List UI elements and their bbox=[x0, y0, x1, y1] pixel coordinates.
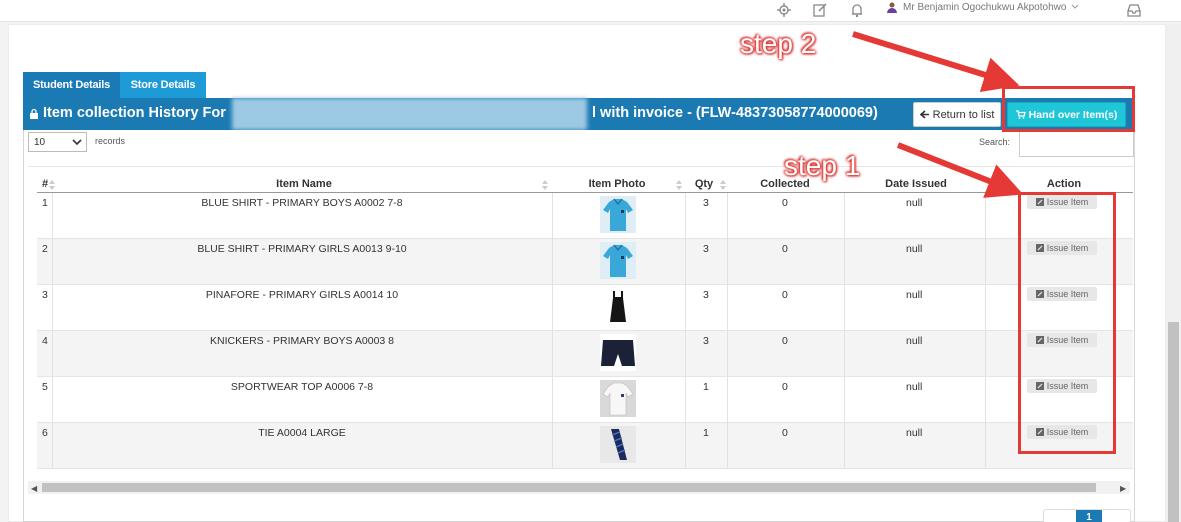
table-row: 4 KNICKERS - PRIMARY BOYS A0003 8 3 0 nu… bbox=[37, 331, 1133, 377]
tab-store-details[interactable]: Store Details bbox=[120, 72, 206, 98]
item-qty: 3 bbox=[703, 289, 709, 301]
item-date-issued: null bbox=[906, 197, 923, 209]
page-button-current[interactable]: 1 bbox=[1076, 510, 1102, 522]
row-number: 4 bbox=[42, 335, 48, 347]
col-header-number[interactable]: # bbox=[41, 178, 49, 190]
scroll-left-arrow-icon[interactable]: ◀ bbox=[31, 484, 37, 493]
blue-shirt-photo bbox=[600, 196, 636, 233]
edit-icon[interactable] bbox=[812, 2, 828, 18]
chevron-down-icon bbox=[1072, 4, 1079, 9]
gear-icon[interactable] bbox=[776, 2, 792, 18]
item-collected: 0 bbox=[782, 335, 788, 347]
panel-title-prefix: Item collection History For bbox=[43, 105, 226, 121]
table-header: # Item Name Item Photo Qty Collected Dat… bbox=[37, 177, 1133, 193]
table-row: 1 BLUE SHIRT - PRIMARY BOYS A0002 7-8 3 … bbox=[37, 193, 1133, 239]
avatar bbox=[887, 2, 897, 13]
step2-highlight-box bbox=[1002, 86, 1135, 132]
item-name: SPORTWEAR TOP A0006 7-8 bbox=[230, 381, 374, 393]
user-menu[interactable]: Mr Benjamin Ogochukwu Akpotohwo bbox=[886, 0, 1079, 14]
row-number: 6 bbox=[42, 427, 48, 439]
item-date-issued: null bbox=[906, 243, 923, 255]
page-length-select[interactable]: 10 bbox=[28, 132, 87, 152]
panel-title: Item collection History For bbox=[29, 105, 226, 121]
item-qty: 3 bbox=[703, 335, 709, 347]
sort-icon bbox=[676, 180, 682, 190]
item-date-issued: null bbox=[906, 381, 923, 393]
row-number: 3 bbox=[42, 289, 48, 301]
item-name: TIE A0004 LARGE bbox=[258, 427, 346, 439]
sort-icon bbox=[720, 180, 726, 190]
item-date-issued: null bbox=[906, 289, 923, 301]
lock-icon bbox=[30, 108, 38, 119]
arrow-left-icon bbox=[919, 110, 929, 119]
col-header-date-issued[interactable]: Date Issued bbox=[866, 178, 966, 190]
table-scrollbar-thumb[interactable] bbox=[42, 483, 1096, 492]
item-qty: 3 bbox=[703, 243, 709, 255]
table-row: 5 SPORTWEAR TOP A0006 7-8 1 0 null Issue… bbox=[37, 377, 1133, 423]
records-label: records bbox=[95, 136, 126, 146]
top-bar: Mr Benjamin Ogochukwu Akpotohwo bbox=[0, 0, 1181, 22]
row-number: 5 bbox=[42, 381, 48, 393]
bell-icon[interactable] bbox=[849, 2, 865, 18]
col-header-action[interactable]: Action bbox=[1039, 178, 1089, 190]
item-collected: 0 bbox=[782, 243, 788, 255]
page-length-value: 10 bbox=[34, 136, 46, 148]
table-row: 6 TIE A0004 LARGE 1 0 null Issue Item bbox=[37, 423, 1133, 469]
item-collected: 0 bbox=[782, 197, 788, 209]
step2-annotation: step 2 bbox=[740, 28, 817, 59]
item-qty: 1 bbox=[703, 427, 709, 439]
search-label: Search: bbox=[979, 137, 1011, 147]
row-number: 1 bbox=[42, 197, 48, 209]
item-date-issued: null bbox=[906, 335, 923, 347]
divider bbox=[28, 166, 1134, 167]
page-scrollbar-thumb[interactable] bbox=[1168, 322, 1179, 522]
return-to-list-button[interactable]: Return to list bbox=[913, 102, 1001, 127]
redacted-student-name bbox=[232, 98, 587, 130]
item-qty: 1 bbox=[703, 381, 709, 393]
row-number: 2 bbox=[42, 243, 48, 255]
pagination: 1 bbox=[1043, 509, 1131, 522]
sort-icon bbox=[49, 180, 55, 190]
white-top-photo bbox=[600, 380, 636, 417]
step1-annotation: step 1 bbox=[784, 150, 861, 181]
item-collected: 0 bbox=[782, 427, 788, 439]
item-date-issued: null bbox=[906, 427, 923, 439]
tab-student-details[interactable]: Student Details bbox=[23, 72, 120, 98]
panel-title-suffix: l with invoice - (FLW-48373058774000069) bbox=[592, 105, 878, 121]
pinafore-photo bbox=[600, 288, 636, 325]
step1-highlight-box bbox=[1018, 192, 1116, 454]
item-name: KNICKERS - PRIMARY BOYS A0003 8 bbox=[209, 335, 395, 347]
chevron-down-icon bbox=[72, 139, 82, 146]
col-header-item-photo[interactable]: Item Photo bbox=[579, 178, 655, 190]
item-qty: 3 bbox=[703, 197, 709, 209]
item-name: BLUE SHIRT - PRIMARY GIRLS A0013 9-10 bbox=[197, 243, 407, 255]
item-collected: 0 bbox=[782, 381, 788, 393]
search-input[interactable] bbox=[1019, 131, 1134, 157]
blue-shirt-photo bbox=[600, 242, 636, 279]
col-header-qty[interactable]: Qty bbox=[689, 178, 719, 190]
table-row: 2 BLUE SHIRT - PRIMARY GIRLS A0013 9-10 … bbox=[37, 239, 1133, 285]
item-collected: 0 bbox=[782, 289, 788, 301]
item-name: BLUE SHIRT - PRIMARY BOYS A0002 7-8 bbox=[201, 197, 403, 209]
table-horizontal-scrollbar[interactable]: ◀ ▶ bbox=[28, 481, 1130, 494]
col-header-item-name[interactable]: Item Name bbox=[253, 178, 355, 190]
table-row: 3 PINAFORE - PRIMARY GIRLS A0014 10 3 0 … bbox=[37, 285, 1133, 331]
item-name: PINAFORE - PRIMARY GIRLS A0014 10 bbox=[205, 289, 399, 301]
knickers-photo bbox=[600, 334, 636, 371]
return-to-list-label: Return to list bbox=[932, 108, 995, 121]
scroll-right-arrow-icon[interactable]: ▶ bbox=[1120, 484, 1126, 493]
inbox-icon[interactable] bbox=[1126, 2, 1142, 18]
sort-icon bbox=[542, 180, 548, 190]
page-scrollbar[interactable] bbox=[1166, 24, 1181, 522]
tie-photo bbox=[600, 426, 636, 463]
user-name: Mr Benjamin Ogochukwu Akpotohwo bbox=[903, 1, 1067, 13]
